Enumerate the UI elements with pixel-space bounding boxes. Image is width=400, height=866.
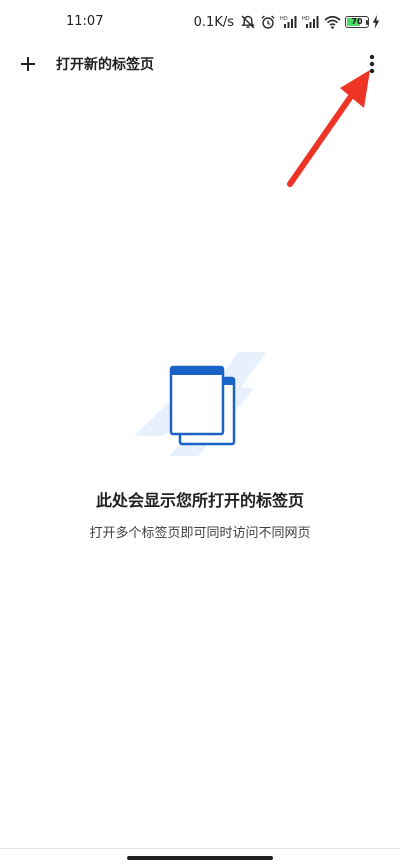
status-icons: 0.1K/s HD HD 70 <box>194 13 380 31</box>
charging-bolt-icon <box>372 14 380 30</box>
wifi-icon <box>324 14 341 30</box>
more-vert-icon <box>369 54 375 74</box>
status-bar: 11:07 0.1K/s HD HD 70 <box>0 0 400 44</box>
plus-icon <box>18 54 38 74</box>
more-options-button[interactable] <box>356 48 388 80</box>
signal-hd-icon: HD <box>280 14 298 30</box>
status-time: 11:07 <box>66 14 104 29</box>
toolbar: 打开新的标签页 <box>0 44 400 84</box>
svg-text:HD: HD <box>302 16 310 22</box>
annotation-arrow-icon <box>287 70 370 187</box>
battery-icon: 70 <box>345 14 369 30</box>
mute-icon <box>240 14 256 30</box>
new-tab-label: 打开新的标签页 <box>56 56 154 72</box>
tabs-illustration-icon <box>134 352 266 456</box>
empty-state-title: 此处会显示您所打开的标签页 <box>95 491 304 510</box>
network-speed: 0.1K/s <box>193 14 234 30</box>
home-indicator[interactable] <box>127 856 273 860</box>
new-tab-button[interactable]: 打开新的标签页 <box>0 44 200 84</box>
alarm-icon <box>260 14 276 30</box>
empty-state-subtitle: 打开多个标签页即可同时访问不同网页 <box>89 526 311 541</box>
battery-level: 70 <box>351 17 363 26</box>
battery-body: 70 <box>345 16 369 28</box>
signal-hd-icon: HD <box>302 14 320 30</box>
bottom-divider <box>0 848 400 849</box>
svg-text:HD: HD <box>280 16 288 22</box>
